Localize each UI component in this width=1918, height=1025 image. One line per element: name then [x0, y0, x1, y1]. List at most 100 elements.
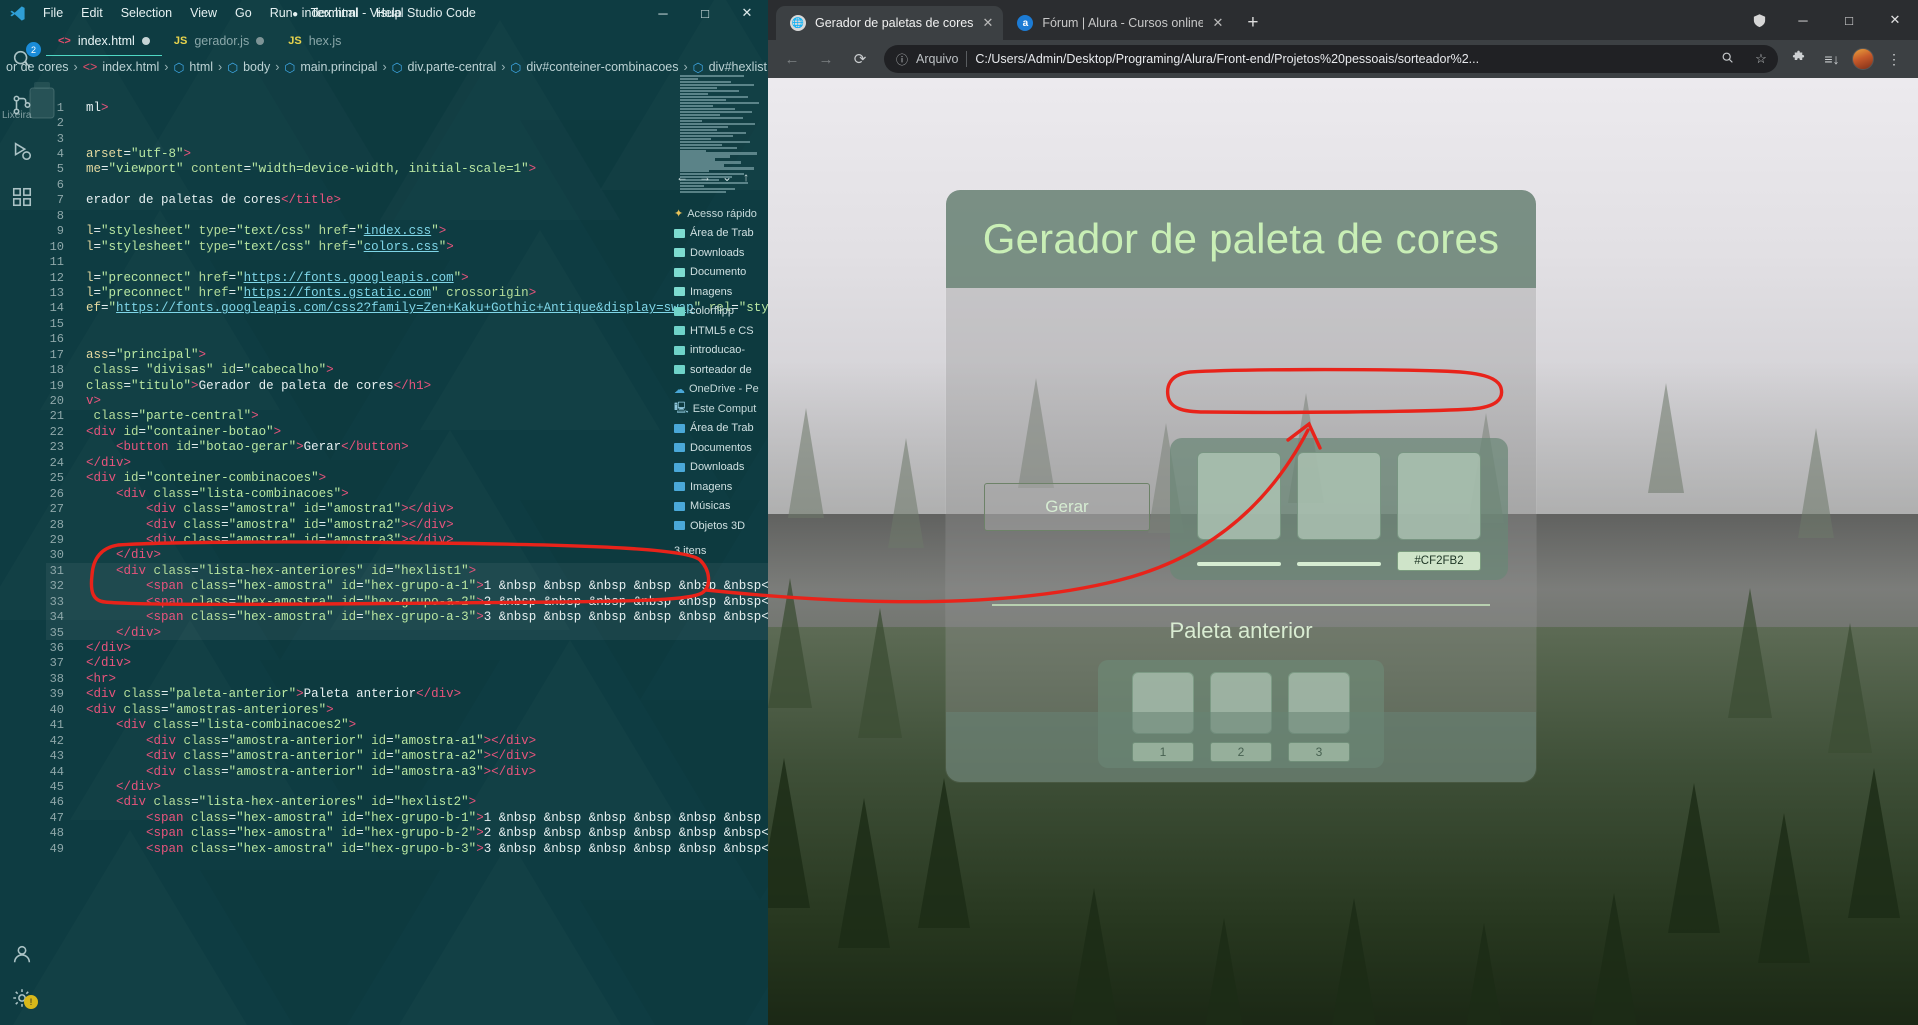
folder-item[interactable]: Objetos 3D: [670, 516, 768, 536]
breadcrumb-item-main[interactable]: main.principal: [300, 60, 377, 74]
code-line[interactable]: 5 me="viewport" content="width=device-wid…: [46, 162, 768, 177]
folder-item[interactable]: Imagens: [670, 282, 768, 302]
code-line-text[interactable]: <hr>: [80, 672, 116, 686]
breadcrumb-item-body[interactable]: body: [243, 60, 270, 74]
code-line-text[interactable]: ass="principal">: [80, 348, 206, 362]
code-line[interactable]: 16: [46, 332, 768, 347]
code-line-text[interactable]: <div class="amostra-anterior" id="amostr…: [80, 765, 536, 779]
code-line-text[interactable]: </div>: [80, 656, 131, 670]
code-line-text[interactable]: <div class="lista-combinacoes">: [80, 487, 349, 501]
code-line-text[interactable]: l="stylesheet" type="text/css" href="col…: [80, 240, 454, 254]
code-line[interactable]: 30 </div>: [46, 548, 768, 563]
code-line-text[interactable]: class= "divisas" id="cabecalho">: [80, 363, 334, 377]
code-line-text[interactable]: <div id="container-botao">: [80, 425, 281, 439]
back-button[interactable]: ←: [778, 45, 806, 73]
code-line-text[interactable]: </div>: [80, 548, 161, 562]
folder-item[interactable]: introducao-: [670, 341, 768, 361]
activity-bar[interactable]: [0, 26, 46, 1025]
code-line-text[interactable]: <span class="hex-amostra" id="hex-grupo-…: [80, 595, 768, 609]
code-line-text[interactable]: </div>: [80, 626, 161, 640]
breadcrumb-item-file[interactable]: index.html: [102, 60, 159, 74]
folder-item[interactable]: Documentos: [670, 438, 768, 458]
code-line-text[interactable]: arset="utf-8">: [80, 147, 191, 161]
code-line-text[interactable]: erador de paletas de cores</title>: [80, 193, 341, 207]
editor-tab-index-html[interactable]: <> index.html: [46, 26, 162, 56]
code-line[interactable]: 15: [46, 316, 768, 331]
folder-item[interactable]: Downloads: [670, 458, 768, 478]
color-swatch-1[interactable]: [1197, 452, 1281, 540]
menu-file[interactable]: File: [34, 3, 72, 23]
code-line-text[interactable]: <span class="hex-amostra" id="hex-grupo-…: [80, 610, 768, 624]
code-line-text[interactable]: <div class="lista-hex-anteriores" id="he…: [80, 564, 476, 578]
code-line[interactable]: 26 <div class="lista-combinacoes">: [46, 486, 768, 501]
code-line[interactable]: 19 class="titulo">Gerador de paleta de co…: [46, 378, 768, 393]
breadcrumb-item-html[interactable]: html: [189, 60, 213, 74]
search-icon[interactable]: [1714, 51, 1740, 67]
breadcrumb-item-conteiner[interactable]: div#conteiner-combinacoes: [526, 60, 678, 74]
code-line[interactable]: 40 <div class="amostras-anteriores">: [46, 702, 768, 717]
editor-tab-hex-js[interactable]: JS hex.js: [276, 26, 353, 56]
code-line[interactable]: 1 ml>: [46, 100, 768, 115]
vscode-window-controls[interactable]: ─ □ ✕: [642, 0, 768, 26]
browser-toolbar[interactable]: ← → ⟳ ⓘ Arquivo C:/Users/Admin/Desktop/P…: [768, 40, 1918, 78]
close-button[interactable]: ✕: [726, 0, 768, 26]
code-line-text[interactable]: </div>: [80, 641, 131, 655]
refresh-icon[interactable]: ⌄: [722, 170, 732, 184]
code-line[interactable]: 46 <div class="lista-hex-anteriores" id=…: [46, 795, 768, 810]
code-line[interactable]: 48 <span class="hex-amostra" id="hex-gru…: [46, 826, 768, 841]
code-line[interactable]: 45 </div>: [46, 779, 768, 794]
explorer-panel[interactable]: ✦ Acesso rápido Área de Trab Downloads D…: [670, 196, 768, 1025]
code-line[interactable]: 6: [46, 177, 768, 192]
code-line[interactable]: 8: [46, 208, 768, 223]
code-line[interactable]: 2: [46, 115, 768, 130]
code-line-text[interactable]: <div class="amostra-anterior" id="amostr…: [80, 749, 536, 763]
color-swatch-2[interactable]: [1297, 452, 1381, 540]
folder-item[interactable]: Área de Trab: [670, 224, 768, 244]
menu-terminal[interactable]: Terminal: [302, 3, 367, 23]
folder-item[interactable]: Imagens: [670, 477, 768, 497]
editor-tab-gerador-js[interactable]: JS gerador.js: [162, 26, 276, 56]
code-line-text[interactable]: <div class="amostra" id="amostra1"></div…: [80, 502, 454, 516]
code-line[interactable]: 12 l="preconnect" href="https://fonts.goo…: [46, 270, 768, 285]
code-editor[interactable]: 1 ml> 2 3 4 arset="utf-8"> 5 me="viewport" cont…: [46, 100, 768, 1025]
close-icon[interactable]: ✕: [982, 15, 993, 31]
code-line[interactable]: 10 l="stylesheet" type="text/css" href="c…: [46, 239, 768, 254]
code-line-text[interactable]: <div class="amostra" id="amostra3"></div…: [80, 533, 454, 547]
code-line[interactable]: 13 l="preconnect" href="https://fonts.gst…: [46, 285, 768, 300]
explorer-nav-bar[interactable]: ← → ⌄ ↑: [670, 164, 768, 190]
code-line[interactable]: 4 arset="utf-8">: [46, 146, 768, 161]
url-text[interactable]: C:/Users/Admin/Desktop/Programing/Alura/…: [975, 52, 1706, 66]
code-line[interactable]: 31 <div class="lista-hex-anteriores" id=…: [46, 563, 768, 579]
menu-edit[interactable]: Edit: [72, 3, 112, 23]
reading-list-icon[interactable]: ≡↓: [1818, 51, 1846, 67]
source-control-icon[interactable]: [11, 94, 35, 118]
code-line-text[interactable]: <div class="amostra-anterior" id="amostr…: [80, 734, 536, 748]
code-line[interactable]: 28 <div class="amostra" id="amostra2"></…: [46, 517, 768, 532]
code-line[interactable]: 32 <span class="hex-amostra" id="hex-gru…: [46, 578, 768, 594]
this-pc-header[interactable]: 🖳 Este Comput: [670, 399, 768, 419]
code-line-text[interactable]: </div>: [80, 456, 131, 470]
account-icon[interactable]: [11, 943, 35, 967]
vscode-menu-bar[interactable]: File Edit Selection View Go Run Terminal…: [34, 3, 411, 23]
folder-item[interactable]: sorteador de: [670, 360, 768, 380]
avatar[interactable]: [1852, 48, 1874, 70]
code-line[interactable]: 23 <button id="botao-gerar">Gerar</butto…: [46, 440, 768, 455]
code-line[interactable]: 7 erador de paletas de cores</title>: [46, 193, 768, 208]
folder-item[interactable]: HTML5 e CS: [670, 321, 768, 341]
menu-go[interactable]: Go: [226, 3, 261, 23]
code-line[interactable]: 37 </div>: [46, 656, 768, 671]
address-bar[interactable]: ⓘ Arquivo C:/Users/Admin/Desktop/Program…: [884, 45, 1778, 73]
code-line-text[interactable]: <div class="lista-hex-anteriores" id="he…: [80, 795, 476, 809]
breadcrumb-item-hexlist[interactable]: div#hexlist1.lista-hex-a: [709, 60, 768, 74]
code-line[interactable]: 43 <div class="amostra-anterior" id="amo…: [46, 748, 768, 763]
code-line[interactable]: 20 v>: [46, 393, 768, 408]
minimize-button[interactable]: ─: [1780, 13, 1826, 28]
menu-selection[interactable]: Selection: [112, 3, 181, 23]
code-line[interactable]: 25 <div id="conteiner-combinacoes">: [46, 471, 768, 486]
run-debug-icon[interactable]: [11, 140, 35, 164]
browser-tab-alura[interactable]: a Fórum | Alura - Cursos online de ✕: [1003, 6, 1233, 40]
browser-tab-gerador[interactable]: 🌐 Gerador de paletas de cores ✕: [776, 6, 1004, 40]
menu-run[interactable]: Run: [261, 3, 302, 23]
breadcrumb-item-parte-central[interactable]: div.parte-central: [408, 60, 497, 74]
unsaved-dot-icon[interactable]: [141, 37, 150, 45]
